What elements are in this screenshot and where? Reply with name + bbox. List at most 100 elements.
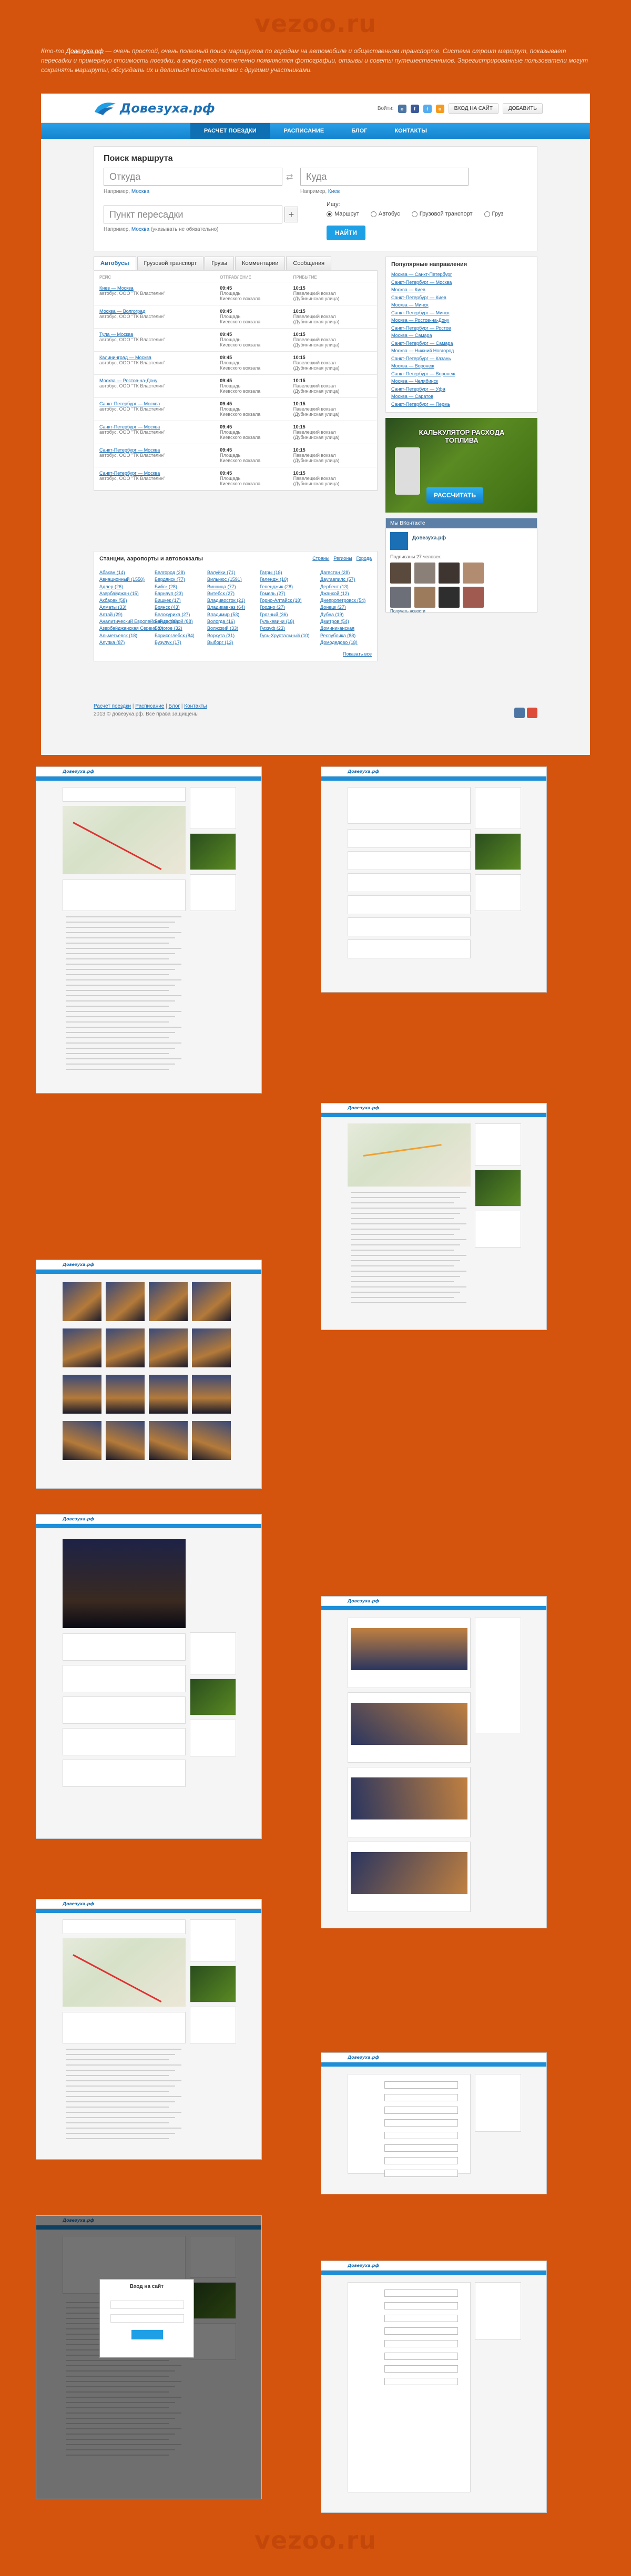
station-link[interactable]: Бишкек (17) [155,597,195,604]
popular-direction-link[interactable]: Москва — Санкт-Петербург [391,271,532,279]
route-link[interactable]: Санкт-Петербург — Москва [99,447,220,453]
avatar[interactable] [390,563,411,584]
tab-comments[interactable]: Комментарии [235,257,286,270]
fuel-calculator-banner[interactable]: КАЛЬКУЛЯТОР РАСХОДА ТОПЛИВА РАССЧИТАТЬ [385,418,537,513]
station-link[interactable]: Донецк (27) [320,604,377,611]
calculate-button[interactable]: РАССЧИТАТЬ [426,487,484,503]
station-link[interactable]: Дербент (13) [320,584,377,590]
station-link[interactable]: Бузулук (17) [155,639,195,646]
route-link[interactable]: Санкт-Петербург — Москва [99,401,220,406]
google-plus-icon[interactable] [527,708,537,718]
station-link[interactable]: Геленджик (28) [260,584,310,590]
station-link[interactable]: Дубна (19) [320,611,377,618]
route-link[interactable]: Санкт-Петербург — Москва [99,471,220,476]
login-button[interactable]: ВХОД НА САЙТ [448,103,498,114]
station-link[interactable]: Домодедово (18) [320,639,377,646]
filter-countries[interactable]: Страны [312,556,329,561]
station-link[interactable]: Барнаул (23) [155,590,195,597]
vk-icon[interactable]: в [398,104,406,113]
popular-direction-link[interactable]: Москва — Нижний Новгород [391,347,532,355]
route-link[interactable]: Москва — Ростов-на-Дону [99,378,220,383]
popular-direction-link[interactable]: Санкт-Петербург — Киев [391,294,532,302]
popular-direction-link[interactable]: Санкт-Петербург — Уфа [391,385,532,393]
intro-link[interactable]: Довезуха.рф [66,47,103,55]
mode-cargo[interactable]: Груз [484,211,503,217]
find-button[interactable]: НАЙТИ [327,226,365,240]
popular-direction-link[interactable]: Санкт-Петербург — Самара [391,340,532,347]
station-link[interactable]: Владикавказ (64) [207,604,245,611]
station-link[interactable]: Винница (77) [207,584,245,590]
station-link[interactable]: Гомель (27) [260,590,310,597]
station-link[interactable]: Владивосток (21) [207,597,245,604]
station-link[interactable]: Бердянск (77) [155,576,195,583]
station-link[interactable]: Гурзуф (23) [260,625,310,632]
avatar[interactable] [463,563,484,584]
filter-regions[interactable]: Регионы [333,556,352,561]
route-link[interactable]: Санкт-Петербург — Москва [99,424,220,430]
station-link[interactable]: Джанкой (12) [320,590,377,597]
tab-cargo[interactable]: Грузы [205,257,235,270]
odnoklassniki-icon[interactable]: o [435,104,444,113]
to-input[interactable]: Куда [300,168,469,186]
station-link[interactable]: Вологда (16) [207,618,245,625]
avatar[interactable] [439,587,460,608]
station-link[interactable]: Бийск (28) [155,584,195,590]
vk-icon[interactable] [514,708,525,718]
facebook-icon[interactable]: f [410,104,419,113]
show-all-link[interactable]: Показать все [343,651,372,657]
from-input[interactable]: Откуда [104,168,282,186]
filter-cities[interactable]: Города [357,556,372,561]
tab-cargo-transport[interactable]: Грузовой транспорт [137,257,204,270]
group-avatar[interactable] [390,532,408,550]
station-link[interactable]: Бологое (32) [155,625,195,632]
popular-direction-link[interactable]: Санкт-Петербург — Казань [391,355,532,363]
tab-buses[interactable]: Автобусы [94,257,136,270]
station-link[interactable]: Гродно (27) [260,604,310,611]
station-link[interactable]: Валуйки (71) [207,569,245,576]
station-link[interactable]: Гагры (18) [260,569,310,576]
station-link[interactable]: Борисоглебск (84) [155,632,195,639]
station-link[interactable]: Грозный (36) [260,611,310,618]
transfer-input[interactable]: Пункт пересадки [104,206,282,223]
route-link[interactable]: Москва — Волгоград [99,309,220,314]
popular-direction-link[interactable]: Санкт-Петербург — Москва [391,279,532,287]
station-link[interactable]: Дагестан (28) [320,569,377,576]
popular-direction-link[interactable]: Санкт-Петербург — Пермь [391,401,532,408]
nav-blog[interactable]: БЛОГ [338,123,381,139]
swap-icon[interactable]: ⇄ [286,172,293,182]
avatar[interactable] [463,587,484,608]
popular-direction-link[interactable]: Москва — Воронеж [391,362,532,370]
station-link[interactable]: Брянск (43) [155,604,195,611]
station-link[interactable]: Вильнюс (1591) [207,576,245,583]
avatar[interactable] [414,587,435,608]
popular-direction-link[interactable]: Москва — Киев [391,286,532,294]
mode-bus[interactable]: Автобус [370,211,400,217]
station-link[interactable]: Воркута (31) [207,632,245,639]
route-link[interactable]: Киев — Москва [99,285,220,291]
route-link[interactable]: Тула — Москва [99,332,220,337]
station-link[interactable]: Владимир (53) [207,611,245,618]
mode-cargo-transport[interactable]: Грузовой транспорт [411,211,473,217]
vk-group-name[interactable]: Довезуха.рф [412,535,446,541]
add-button[interactable]: ДОБАВИТЬ [502,103,543,114]
site-logo[interactable]: Довезуха.рф [94,99,215,117]
station-link[interactable]: Гелендж (10) [260,576,310,583]
popular-direction-link[interactable]: Санкт-Петербург — Ростов [391,324,532,332]
station-link[interactable]: Гусь-Хрустальный (10) [260,632,310,639]
station-link[interactable]: Выборг (13) [207,639,245,646]
popular-direction-link[interactable]: Москва — Самара [391,332,532,340]
station-link[interactable]: Белокуриха (27) [155,611,195,618]
twitter-icon[interactable]: t [423,104,432,113]
popular-direction-link[interactable]: Санкт-Петербург — Минск [391,309,532,317]
popular-direction-link[interactable]: Санкт-Петербург — Воронеж [391,370,532,378]
avatar[interactable] [439,563,460,584]
tab-messages[interactable]: Сообщения [286,257,332,270]
mode-route[interactable]: Маршрут [327,211,359,217]
add-transfer-icon[interactable]: + [284,207,298,222]
vk-notify[interactable]: Получать новости [390,609,425,614]
station-link[interactable]: Горно-Алтайск (18) [260,597,310,604]
avatar[interactable] [390,587,411,608]
station-link[interactable]: Бенде (28) [155,618,195,625]
station-link[interactable]: Витебск (27) [207,590,245,597]
station-link[interactable]: Даугавпилс (57) [320,576,377,583]
